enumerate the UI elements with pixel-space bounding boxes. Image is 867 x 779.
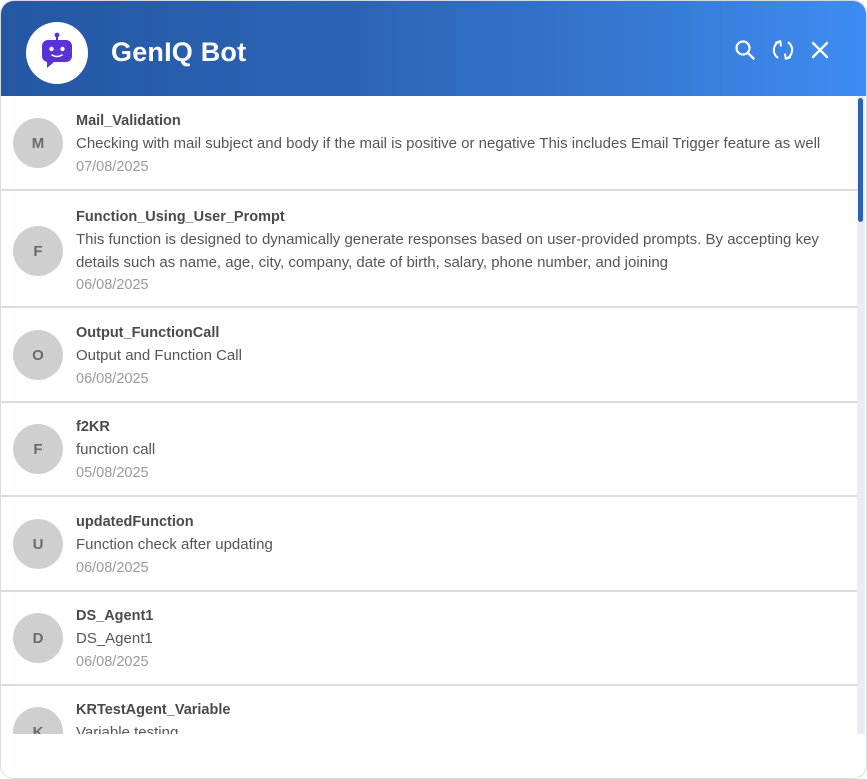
item-title: KRTestAgent_Variable <box>76 702 231 718</box>
item-date: 06/08/2025 <box>76 653 149 670</box>
item-title: Mail_Validation <box>76 113 181 129</box>
close-icon[interactable] <box>807 37 833 63</box>
item-description: Output and Function Call <box>76 347 242 364</box>
item-description: Checking with mail subject and body if t… <box>76 135 821 152</box>
item-date: 07/08/2025 <box>76 158 149 175</box>
list-item[interactable]: D DS_Agent1 DS_Agent1 06/08/2025 <box>1 592 857 686</box>
chat-window: GenIQ Bot M Mail_Validation Checking wit… <box>0 0 867 779</box>
item-date: 06/08/2025 <box>76 559 149 576</box>
search-icon[interactable] <box>732 37 758 63</box>
item-title: f2KR <box>76 419 110 435</box>
avatar: O <box>13 330 63 380</box>
list-item[interactable]: F Function_Using_User_Prompt This functi… <box>1 191 857 308</box>
item-description: This function is designed to dynamically… <box>76 231 819 271</box>
avatar: D <box>13 613 63 663</box>
header-bar: GenIQ Bot <box>1 1 866 96</box>
avatar: F <box>13 226 63 276</box>
item-title: Output_FunctionCall <box>76 325 220 341</box>
avatar: F <box>13 424 63 474</box>
item-title: DS_Agent1 <box>76 608 154 624</box>
footer-area <box>1 734 866 778</box>
avatar: M <box>13 118 63 168</box>
item-title: Function_Using_User_Prompt <box>76 209 285 225</box>
robot-icon <box>39 32 75 75</box>
bot-title: GenIQ Bot <box>111 37 247 67</box>
item-description: DS_Agent1 <box>76 630 153 647</box>
list-item[interactable]: M Mail_Validation Checking with mail sub… <box>1 96 857 191</box>
bot-avatar <box>26 22 88 84</box>
scrollbar-thumb[interactable] <box>858 98 863 222</box>
list-item[interactable]: K KRTestAgent_Variable Variable testing <box>1 686 857 734</box>
list-item[interactable]: O Output_FunctionCall Output and Functio… <box>1 308 857 403</box>
refresh-icon[interactable] <box>770 37 796 63</box>
item-description: function call <box>76 441 156 458</box>
item-description: Variable testing <box>76 724 179 734</box>
item-date: 06/08/2025 <box>76 277 149 293</box>
item-date: 05/08/2025 <box>76 464 149 481</box>
avatar: K <box>13 707 63 734</box>
avatar: U <box>13 519 63 569</box>
list-item[interactable]: U updatedFunction Function check after u… <box>1 497 857 592</box>
agent-list: M Mail_Validation Checking with mail sub… <box>1 96 857 734</box>
list-item[interactable]: F f2KR function call 05/08/2025 <box>1 403 857 497</box>
item-description: Function check after updating <box>76 536 273 553</box>
item-title: updatedFunction <box>76 514 194 530</box>
item-date: 06/08/2025 <box>76 370 149 387</box>
scrollbar[interactable] <box>857 96 865 734</box>
